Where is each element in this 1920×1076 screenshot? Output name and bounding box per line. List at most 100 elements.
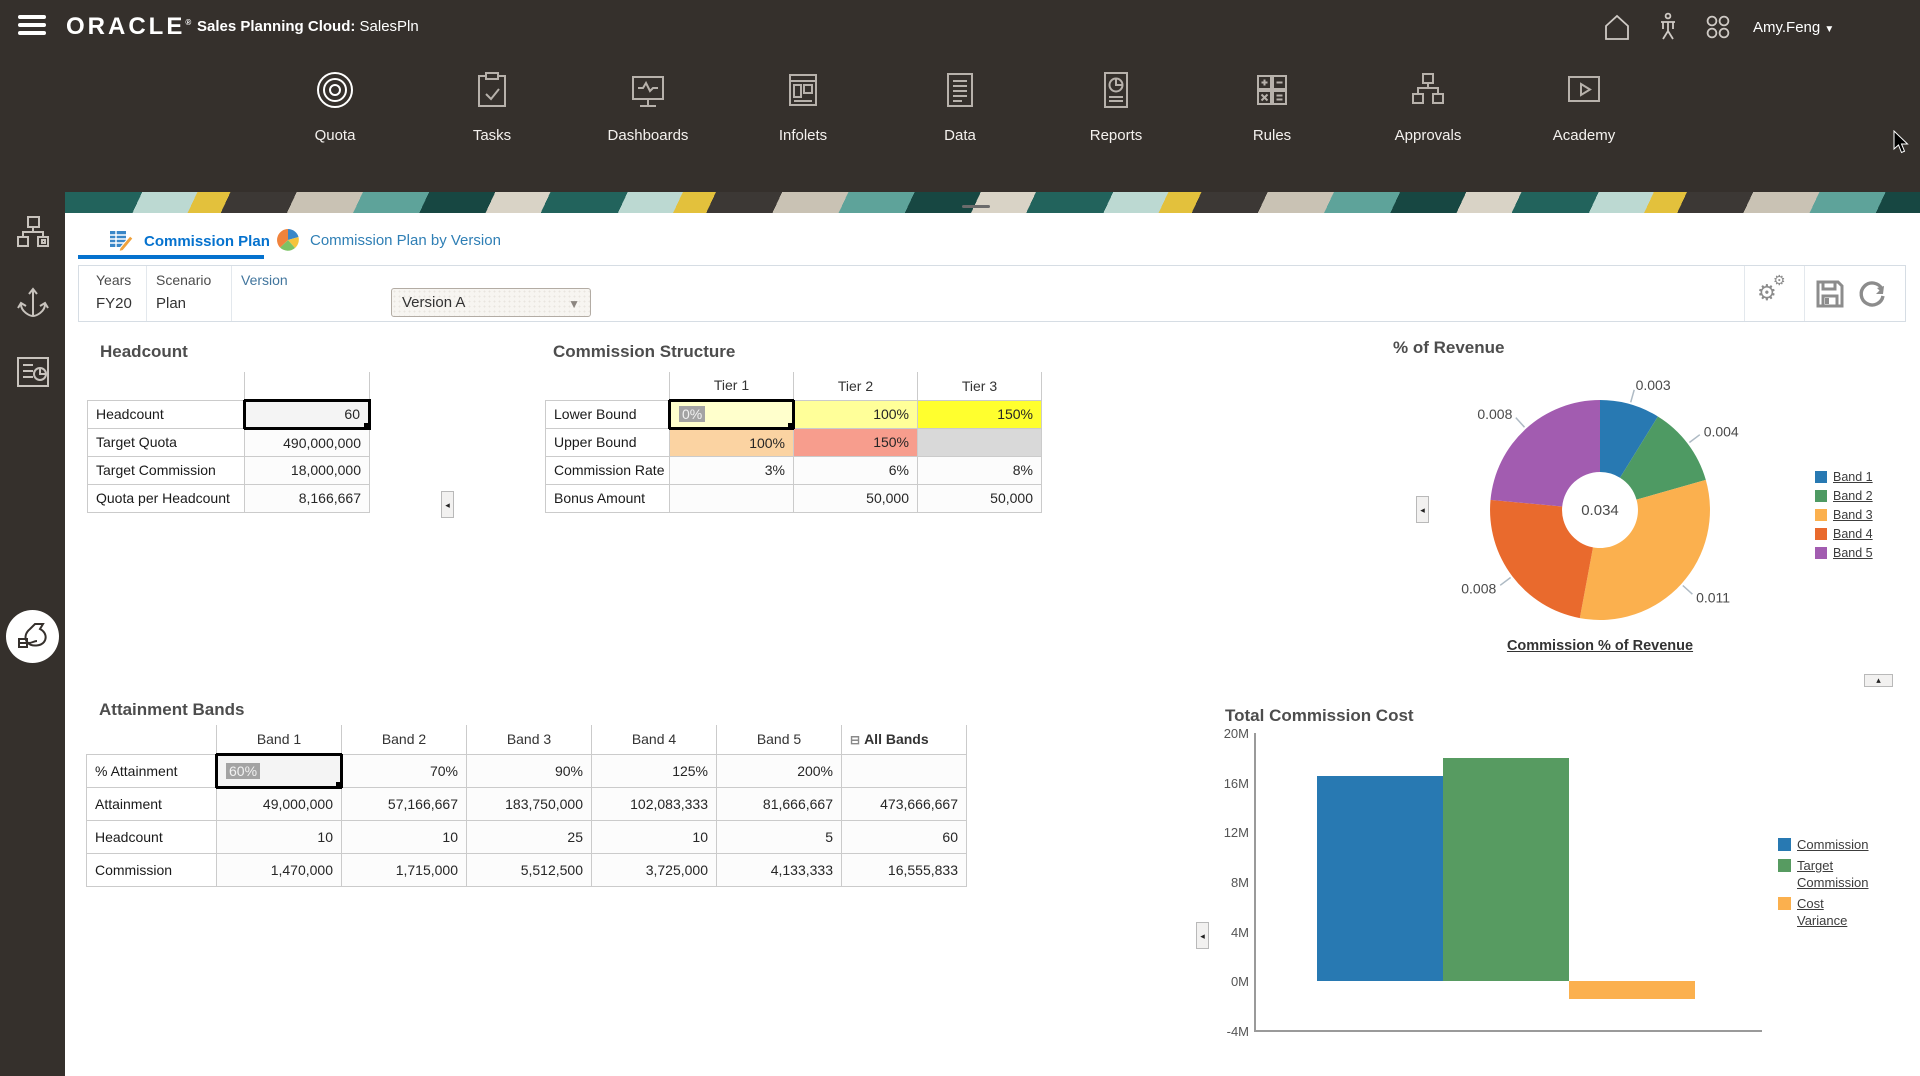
splitter-collapse-up[interactable]: ▴ — [1864, 674, 1893, 687]
legend-item[interactable]: Cost Variance — [1778, 895, 1869, 929]
nav-item-data[interactable]: Data — [895, 68, 1025, 144]
nav-item-academy[interactable]: Academy — [1519, 68, 1649, 144]
legend-item[interactable]: Band 1 — [1815, 470, 1873, 485]
total-commission-cost-title: Total Commission Cost — [1225, 706, 1414, 726]
nav-item-approvals[interactable]: Approvals — [1363, 68, 1493, 144]
bar-0[interactable] — [1317, 776, 1443, 982]
header-chrome: ORACLE® Sales Planning Cloud: SalesPln A… — [0, 0, 1920, 192]
bar-1[interactable] — [1443, 758, 1569, 982]
pie-chart-icon — [276, 228, 300, 252]
table-row: Commission 1,470,000 1,715,000 5,512,500… — [87, 853, 967, 886]
svg-text:0.003: 0.003 — [1636, 377, 1671, 393]
home-icon[interactable] — [1602, 12, 1632, 42]
version-dropdown[interactable]: Version A ▼ — [391, 288, 591, 317]
left-rail — [0, 192, 65, 1076]
academy-play-icon — [1562, 68, 1606, 112]
legend-swatch — [1815, 528, 1827, 540]
svg-text:0.011: 0.011 — [1696, 590, 1730, 606]
attainment-bands-title: Attainment Bands — [99, 700, 244, 720]
table-row: Upper Bound 100% 150% — [546, 428, 1042, 456]
selected-cell[interactable]: 60% — [217, 754, 342, 787]
nav-item-rules[interactable]: Rules — [1207, 68, 1337, 144]
legend-swatch — [1815, 509, 1827, 521]
ytick-label: 20M — [1224, 726, 1249, 741]
chevron-down-icon: ▼ — [568, 297, 580, 311]
form-report-icon[interactable] — [13, 352, 53, 392]
app-grid-icon[interactable] — [1703, 12, 1733, 42]
headcount-grid: Headcount60 Target Quota490,000,000 Targ… — [87, 372, 371, 513]
svg-text:0.008: 0.008 — [1477, 406, 1512, 422]
ytick-label: -4M — [1227, 1024, 1249, 1039]
ytick-label: 0M — [1231, 974, 1249, 989]
active-tab-underline — [78, 255, 264, 259]
pov-years-label: Years — [96, 272, 131, 288]
legend-item[interactable]: Band 5 — [1815, 546, 1873, 561]
table-row: Bonus Amount 50,000 50,000 — [546, 484, 1042, 512]
accessibility-icon[interactable] — [1653, 12, 1683, 42]
selected-cell[interactable]: 60 — [245, 400, 370, 428]
pov-bar: Years FY20 Scenario Plan Version Version… — [78, 265, 1906, 322]
legend-item[interactable]: Band 3 — [1815, 508, 1873, 523]
tab-commission-plan[interactable]: Commission Plan — [108, 228, 270, 254]
calculator-icon — [1250, 68, 1294, 112]
pie-legend: Band 1 Band 2 Band 3 Band 4 Band 5 — [1815, 470, 1873, 565]
table-row: Headcount60 — [88, 400, 370, 428]
ytick-label: 4M — [1231, 925, 1249, 940]
tab-commission-plan-by-version[interactable]: Commission Plan by Version — [276, 228, 501, 252]
chevron-down-icon: ▼ — [1824, 24, 1834, 35]
save-icon[interactable] — [1815, 279, 1845, 314]
table-row: Quota per Headcount8,166,667 — [88, 484, 370, 512]
pov-years: Years FY20 — [79, 266, 146, 321]
nav-item-tasks[interactable]: Tasks — [427, 68, 557, 144]
oracle-logo: ORACLE® — [66, 13, 194, 41]
commission-planning-active-icon[interactable] — [6, 610, 59, 663]
table-row: Commission Rate 3% 6% 8% — [546, 456, 1042, 484]
legend-item[interactable]: Band 2 — [1815, 489, 1873, 504]
pct-revenue-donut-chart[interactable]: 0.0030.0040.0110.0080.0080.034 — [1450, 365, 1750, 655]
ytick-label: 12M — [1224, 825, 1249, 840]
bar-2[interactable] — [1569, 981, 1695, 999]
legend-item[interactable]: Target Commission — [1778, 857, 1869, 891]
commission-pct-revenue-link[interactable]: Commission % of Revenue — [1450, 638, 1750, 654]
legend-item[interactable]: Commission — [1778, 836, 1869, 853]
pov-scenario-value[interactable]: Plan — [156, 295, 186, 312]
pov-version: Version Version A ▼ — [231, 266, 931, 321]
legend-swatch — [1815, 490, 1827, 502]
splitter-collapse-left-1[interactable]: ◂ — [441, 491, 454, 518]
headcount-title: Headcount — [100, 342, 188, 362]
pct-revenue-title: % of Revenue — [1393, 338, 1504, 358]
mouse-cursor — [1893, 130, 1911, 154]
branch-arrows-icon[interactable] — [13, 282, 53, 322]
bar-chart-ytick-labels: 20M16M12M8M4M0M-4M — [1205, 733, 1249, 1033]
legend-swatch — [1778, 859, 1791, 872]
refresh-icon[interactable] — [1857, 279, 1887, 314]
svg-text:0.008: 0.008 — [1461, 580, 1496, 596]
user-menu[interactable]: Amy.Feng ▼ — [1753, 19, 1834, 36]
banner-collapse-handle[interactable] — [962, 205, 990, 208]
decorative-banner — [65, 192, 1920, 213]
ytick-label: 16M — [1224, 776, 1249, 791]
total-commission-cost-bar-chart[interactable] — [1254, 733, 1762, 1031]
bar-legend: Commission Target Commission Cost Varian… — [1778, 836, 1869, 933]
clipboard-check-icon — [470, 68, 514, 112]
svg-text:0.034: 0.034 — [1581, 502, 1619, 519]
table-row: Attainment 49,000,000 57,166,667 183,750… — [87, 787, 967, 820]
target-icon — [313, 68, 357, 112]
report-pie-icon — [1094, 68, 1138, 112]
org-chart-icon[interactable] — [13, 212, 53, 252]
legend-swatch — [1815, 547, 1827, 559]
hamburger-menu-icon[interactable] — [18, 15, 46, 39]
pov-scenario-label: Scenario — [156, 272, 211, 288]
splitter-collapse-left-2[interactable]: ◂ — [1416, 496, 1429, 523]
nav-item-infolets[interactable]: Infolets — [738, 68, 868, 144]
nav-item-reports[interactable]: Reports — [1051, 68, 1181, 144]
nav-item-quota[interactable]: Quota — [270, 68, 400, 144]
selected-cell[interactable]: 0% — [670, 400, 794, 428]
legend-item[interactable]: Band 4 — [1815, 527, 1873, 542]
pov-scenario: Scenario Plan — [146, 266, 231, 321]
legend-swatch — [1815, 471, 1827, 483]
nav-item-dashboards[interactable]: Dashboards — [583, 68, 713, 144]
pov-years-value[interactable]: FY20 — [96, 295, 132, 312]
attainment-bands-grid: Band 1 Band 2 Band 3 Band 4 Band 5 ⊟All … — [86, 725, 967, 887]
collapse-icon[interactable]: ⊟ — [850, 733, 860, 747]
